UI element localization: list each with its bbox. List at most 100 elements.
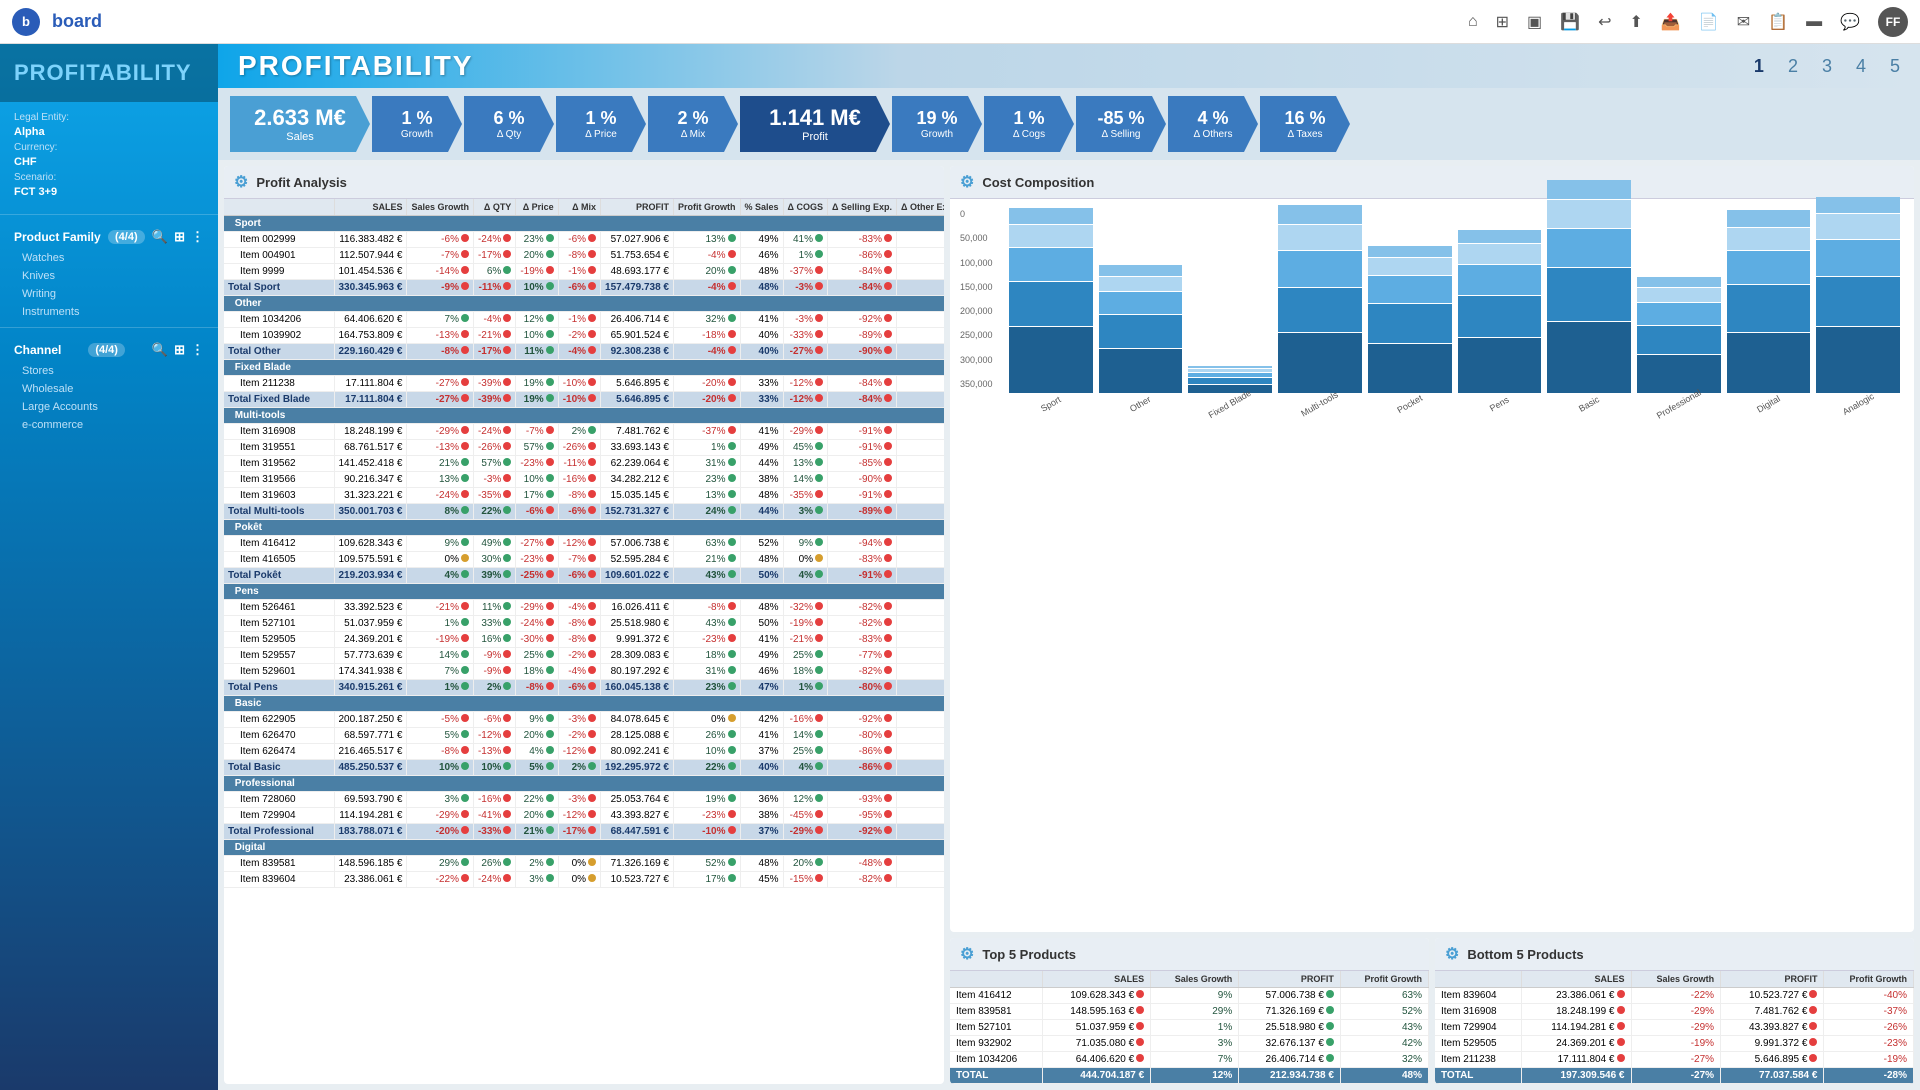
bar-segment <box>1278 225 1362 250</box>
home-icon[interactable]: ⌂ <box>1468 13 1478 31</box>
kpi-growth-number: 1 % <box>401 108 432 129</box>
item-label: Item 004901 <box>224 248 334 264</box>
group-sales: 330.345.963 € <box>334 280 407 296</box>
bottom5-title: Bottom 5 Products <box>1467 947 1583 962</box>
item-qty: -4% <box>473 312 515 328</box>
undo-icon[interactable]: ↩ <box>1598 12 1611 32</box>
export-icon[interactable]: ⬆ <box>1630 12 1643 32</box>
group-price: -6% <box>516 504 558 520</box>
product-family-header[interactable]: Product Family (4/4) 🔍⊞⋮ <box>0 221 218 249</box>
bar-segment <box>1547 322 1631 394</box>
sidebar-item-knives[interactable]: Knives <box>0 267 218 285</box>
bar-label: Analogic <box>1841 391 1876 417</box>
item-sg: -21% <box>407 600 474 616</box>
bar-label: Digital <box>1755 393 1782 414</box>
col-header-sales: SALES <box>334 199 407 216</box>
chat-icon[interactable]: 💬 <box>1840 12 1860 32</box>
bar-segment <box>1637 277 1721 287</box>
item-ps: 38% <box>740 808 783 824</box>
document-icon[interactable]: 📄 <box>1699 12 1719 32</box>
prod-sg: -22% <box>1631 988 1721 1004</box>
item-label: Item 626470 <box>224 728 334 744</box>
item-qty: 16% <box>473 632 515 648</box>
item-pg: -20% <box>674 376 741 392</box>
item-mix: -1% <box>558 264 600 280</box>
sidebar-item-wholesale[interactable]: Wholesale <box>0 380 218 398</box>
list-item: Item 527101 51.037.959 € 1% 25.518.980 €… <box>950 1020 1429 1036</box>
item-label: Item 529601 <box>224 664 334 680</box>
page-5[interactable]: 5 <box>1890 56 1900 77</box>
item-price: 10% <box>516 328 558 344</box>
item-price: 23% <box>516 232 558 248</box>
channel-header[interactable]: Channel (4/4) 🔍⊞⋮ <box>0 334 218 362</box>
kpi-profit: 1.141 M€ Profit <box>740 96 890 152</box>
sidebar-item-instruments[interactable]: Instruments <box>0 303 218 321</box>
group-mix: -6% <box>558 680 600 696</box>
bar-segment <box>1816 277 1900 327</box>
item-label: Item 211238 <box>224 376 334 392</box>
chart-column: Sport <box>1009 208 1093 410</box>
item-cogs: 1% <box>783 248 827 264</box>
col-header-other: Δ Other Expenses <box>897 199 945 216</box>
prod-sg: -19% <box>1631 1036 1721 1052</box>
sidebar-item-stores[interactable]: Stores <box>0 362 218 380</box>
bar-segment <box>1099 315 1183 348</box>
bar-segment <box>1727 251 1811 284</box>
page-2[interactable]: 2 <box>1788 56 1798 77</box>
group-price: 19% <box>516 392 558 408</box>
item-sell: -82% <box>828 616 897 632</box>
item-other: 12% <box>897 472 945 488</box>
profit-table-container[interactable]: SALES Sales Growth Δ QTY Δ Price Δ Mix P… <box>224 199 944 1084</box>
item-sell: -93% <box>828 792 897 808</box>
item-label: Item 1039902 <box>224 328 334 344</box>
save-icon[interactable]: 💾 <box>1560 12 1580 32</box>
sidebar-item-large-accounts[interactable]: Large Accounts <box>0 398 218 416</box>
page-3[interactable]: 3 <box>1822 56 1832 77</box>
item-qty: -13% <box>473 744 515 760</box>
page-4[interactable]: 4 <box>1856 56 1866 77</box>
item-pg: 13% <box>674 232 741 248</box>
prod-pg: 43% <box>1340 1020 1428 1036</box>
prod-profit: 7.481.762 € <box>1721 1004 1824 1020</box>
col-header-pg: Profit Growth <box>674 199 741 216</box>
prod-sales: 64.406.620 € <box>1042 1052 1151 1068</box>
sidebar-item-writing[interactable]: Writing <box>0 285 218 303</box>
prod-sg: 7% <box>1151 1052 1239 1068</box>
item-profit: 26.406.714 € <box>601 312 674 328</box>
item-mix: -7% <box>558 552 600 568</box>
item-ps: 48% <box>740 856 783 872</box>
bot5-col-pg: Profit Growth <box>1824 971 1914 988</box>
group-qty: -11% <box>473 280 515 296</box>
bot5-col-sg: Sales Growth <box>1631 971 1721 988</box>
layout-icon[interactable]: ⊞ <box>1496 12 1509 32</box>
panels-icon[interactable]: ▣ <box>1527 12 1542 32</box>
window-icon[interactable]: ▬ <box>1806 13 1822 31</box>
mail-icon[interactable]: ✉ <box>1737 12 1750 32</box>
item-mix: -4% <box>558 600 600 616</box>
bar-segment <box>1727 333 1811 394</box>
clipboard-icon[interactable]: 📋 <box>1768 12 1788 32</box>
sidebar-item-ecommerce[interactable]: e-commerce <box>0 416 218 434</box>
prod-sg: -29% <box>1631 1004 1721 1020</box>
group-profit: 160.045.138 € <box>601 680 674 696</box>
group-sell: -89% <box>828 504 897 520</box>
group-pg: -20% <box>674 392 741 408</box>
page-1[interactable]: 1 <box>1754 56 1764 77</box>
bar-stack <box>1458 230 1542 394</box>
bar-segment <box>1278 205 1362 224</box>
item-profit: 57.027.906 € <box>601 232 674 248</box>
upload-icon[interactable]: 📤 <box>1661 12 1681 32</box>
profit-analysis-panel: ⚙ Profit Analysis SALES Sales Growth Δ Q… <box>224 166 944 1084</box>
item-qty: 11% <box>473 600 515 616</box>
item-sg: -7% <box>407 248 474 264</box>
item-ps: 45% <box>740 872 783 888</box>
sidebar-item-watches[interactable]: Watches <box>0 249 218 267</box>
kpi-profit-label: Profit <box>802 131 828 143</box>
kpi-qty: 6 % Δ Qty <box>464 96 554 152</box>
top5-panel: ⚙ Top 5 Products SALES Sales Growth PROF… <box>950 938 1429 1084</box>
item-ps: 48% <box>740 264 783 280</box>
cost-composition-header: ⚙ Cost Composition <box>950 166 1914 199</box>
group-qty: -17% <box>473 344 515 360</box>
user-avatar[interactable]: FF <box>1878 7 1908 37</box>
item-sales: 23.386.061 € <box>334 872 407 888</box>
